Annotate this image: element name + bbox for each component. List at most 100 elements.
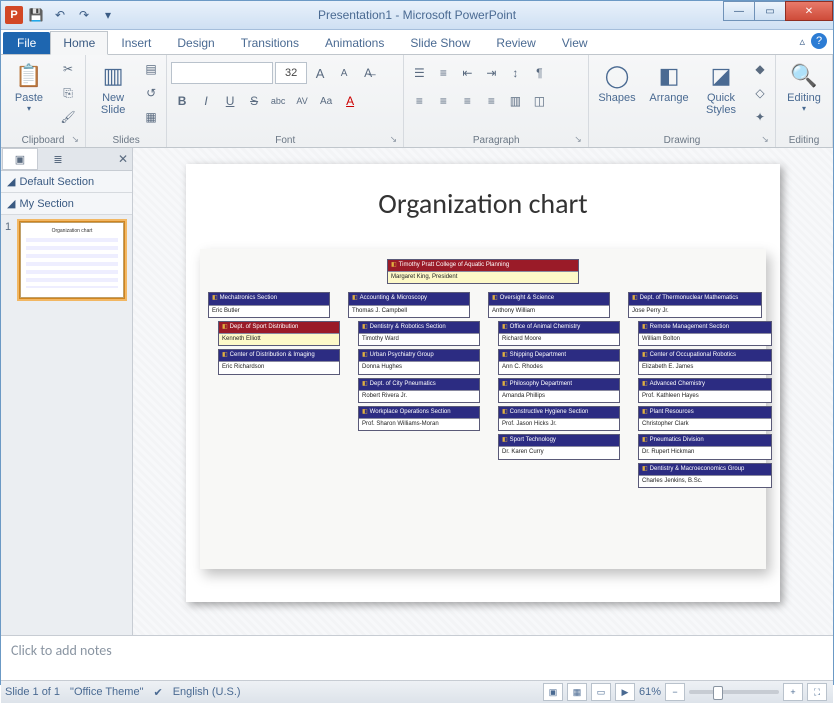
arrange-button[interactable]: ◧Arrange bbox=[645, 58, 693, 106]
section-icon[interactable]: ▦ bbox=[140, 106, 162, 128]
editing-button[interactable]: 🔍Editing▾ bbox=[780, 58, 828, 115]
launcher-icon[interactable]: ↘ bbox=[572, 134, 584, 146]
align-left-icon[interactable]: ≡ bbox=[408, 90, 430, 112]
org-node[interactable]: Center of Distribution & ImagingEric Ric… bbox=[218, 349, 340, 374]
font-color-icon[interactable]: A bbox=[339, 90, 361, 112]
status-language[interactable]: English (U.S.) bbox=[173, 686, 241, 698]
org-node[interactable]: Workplace Operations SectionProf. Sharon… bbox=[358, 406, 480, 431]
org-node[interactable]: Advanced ChemistryProf. Kathleen Hayes bbox=[638, 378, 772, 403]
strike-button[interactable]: S bbox=[243, 90, 265, 112]
change-case-icon[interactable]: Aa bbox=[315, 90, 337, 112]
decrease-indent-icon[interactable]: ⇤ bbox=[456, 62, 478, 84]
org-node[interactable]: Shipping DepartmentAnn C. Rhodes bbox=[498, 349, 620, 374]
zoom-level[interactable]: 61% bbox=[639, 686, 661, 698]
qat-save-icon[interactable]: 💾 bbox=[25, 4, 47, 26]
font-size-combo[interactable]: 32 bbox=[275, 62, 307, 84]
zoom-in-button[interactable]: + bbox=[783, 683, 803, 701]
org-node[interactable]: Dept. of City PneumaticsRobert Rivera Jr… bbox=[358, 378, 480, 403]
thumbnails-tab-icon[interactable]: ▣ bbox=[2, 148, 38, 170]
italic-button[interactable]: I bbox=[195, 90, 217, 112]
org-node[interactable]: Center of Occupational RoboticsElizabeth… bbox=[638, 349, 772, 374]
slide-editor[interactable]: Organization chart Timothy Pratt College… bbox=[133, 148, 833, 635]
reading-view-icon[interactable]: ▭ bbox=[591, 683, 611, 701]
app-icon[interactable]: P bbox=[5, 6, 23, 24]
org-node[interactable]: Mechatronics SectionEric Butler bbox=[208, 292, 330, 317]
tab-view[interactable]: View bbox=[549, 31, 601, 54]
zoom-thumb[interactable] bbox=[713, 686, 723, 700]
fit-window-icon[interactable]: ⛶ bbox=[807, 683, 827, 701]
tab-review[interactable]: Review bbox=[483, 31, 548, 54]
qat-undo-icon[interactable]: ↶ bbox=[49, 4, 71, 26]
launcher-icon[interactable]: ↘ bbox=[759, 134, 771, 146]
copy-icon[interactable]: ⎘ bbox=[57, 82, 79, 104]
underline-button[interactable]: U bbox=[219, 90, 241, 112]
tab-animations[interactable]: Animations bbox=[312, 31, 397, 54]
notes-pane[interactable]: Click to add notes bbox=[1, 635, 833, 680]
shape-fill-icon[interactable]: ◆ bbox=[749, 58, 771, 80]
slideshow-view-icon[interactable]: ▶ bbox=[615, 683, 635, 701]
org-node[interactable]: Philosophy DepartmentAmanda Phillips bbox=[498, 378, 620, 403]
grow-font-icon[interactable]: A bbox=[309, 62, 331, 84]
qat-redo-icon[interactable]: ↷ bbox=[73, 4, 95, 26]
close-button[interactable]: ✕ bbox=[785, 1, 833, 21]
line-spacing-icon[interactable]: ↕ bbox=[504, 62, 526, 84]
format-painter-icon[interactable]: 🖌 bbox=[57, 106, 79, 128]
shape-effects-icon[interactable]: ✦ bbox=[749, 106, 771, 128]
org-node[interactable]: Dentistry & Robotics SectionTimothy Ward bbox=[358, 321, 480, 346]
convert-smartart-icon[interactable]: ◫ bbox=[528, 90, 550, 112]
reset-icon[interactable]: ↺ bbox=[140, 82, 162, 104]
outline-tab-icon[interactable]: ≣ bbox=[40, 148, 76, 170]
org-chart[interactable]: Timothy Pratt College of Aquatic Plannin… bbox=[200, 249, 766, 569]
align-right-icon[interactable]: ≡ bbox=[456, 90, 478, 112]
org-node[interactable]: Remote Management SectionWilliam Bolton bbox=[638, 321, 772, 346]
minimize-button[interactable]: — bbox=[723, 1, 755, 21]
quick-styles-button[interactable]: ◪Quick Styles bbox=[697, 58, 745, 118]
slide-canvas[interactable]: Organization chart Timothy Pratt College… bbox=[186, 164, 780, 602]
columns-icon[interactable]: ▥ bbox=[504, 90, 526, 112]
char-spacing-icon[interactable]: AV bbox=[291, 90, 313, 112]
spellcheck-icon[interactable]: ✔ bbox=[153, 686, 162, 699]
close-pane-icon[interactable]: ✕ bbox=[118, 152, 128, 166]
slide-title[interactable]: Organization chart bbox=[186, 164, 780, 221]
section-my[interactable]: ◢My Section bbox=[1, 193, 132, 215]
normal-view-icon[interactable]: ▣ bbox=[543, 683, 563, 701]
org-node[interactable]: Office of Animal ChemistryRichard Moore bbox=[498, 321, 620, 346]
align-center-icon[interactable]: ≡ bbox=[432, 90, 454, 112]
sorter-view-icon[interactable]: ▦ bbox=[567, 683, 587, 701]
justify-icon[interactable]: ≡ bbox=[480, 90, 502, 112]
tab-insert[interactable]: Insert bbox=[108, 31, 164, 54]
text-direction-icon[interactable]: ¶ bbox=[528, 62, 550, 84]
shapes-button[interactable]: ◯Shapes bbox=[593, 58, 641, 106]
org-node[interactable]: Dept. of Sport DistributionKenneth Ellio… bbox=[218, 321, 340, 346]
new-slide-button[interactable]: ▥ New Slide bbox=[90, 58, 136, 118]
cut-icon[interactable]: ✂ bbox=[57, 58, 79, 80]
launcher-icon[interactable]: ↘ bbox=[69, 134, 81, 146]
tab-design[interactable]: Design bbox=[164, 31, 227, 54]
zoom-out-button[interactable]: − bbox=[665, 683, 685, 701]
increase-indent-icon[interactable]: ⇥ bbox=[480, 62, 502, 84]
bullets-icon[interactable]: ☰ bbox=[408, 62, 430, 84]
layout-icon[interactable]: ▤ bbox=[140, 58, 162, 80]
org-node[interactable]: Accounting & MicroscopyThomas J. Campbel… bbox=[348, 292, 470, 317]
zoom-slider[interactable] bbox=[689, 690, 779, 694]
org-node[interactable]: Sport TechnologyDr. Karen Curry bbox=[498, 434, 620, 459]
font-name-combo[interactable] bbox=[171, 62, 273, 84]
paste-button[interactable]: 📋 Paste ▾ bbox=[5, 58, 53, 115]
org-root-node[interactable]: Timothy Pratt College of Aquatic Plannin… bbox=[387, 259, 579, 284]
section-default[interactable]: ◢Default Section bbox=[1, 171, 132, 193]
slide-thumbnail[interactable]: Organization chart bbox=[19, 221, 125, 299]
org-node[interactable]: Plant ResourcesChristopher Clark bbox=[638, 406, 772, 431]
org-node[interactable]: Urban Psychiatry GroupDonna Hughes bbox=[358, 349, 480, 374]
maximize-button[interactable]: ▭ bbox=[754, 1, 786, 21]
numbering-icon[interactable]: ≡ bbox=[432, 62, 454, 84]
help-icon[interactable]: ? bbox=[811, 33, 827, 49]
org-node[interactable]: Oversight & ScienceAnthony William bbox=[488, 292, 610, 317]
org-node[interactable]: Constructive Hygiene SectionProf. Jason … bbox=[498, 406, 620, 431]
shrink-font-icon[interactable]: A bbox=[333, 62, 355, 84]
qat-more-icon[interactable]: ▾ bbox=[97, 4, 119, 26]
org-node[interactable]: Dept. of Thermonuclear MathematicsJose P… bbox=[628, 292, 762, 317]
launcher-icon[interactable]: ↘ bbox=[387, 134, 399, 146]
tab-home[interactable]: Home bbox=[50, 31, 108, 55]
shadow-button[interactable]: abc bbox=[267, 90, 289, 112]
org-node[interactable]: Pneumatics DivisionDr. Rupert Hickman bbox=[638, 434, 772, 459]
